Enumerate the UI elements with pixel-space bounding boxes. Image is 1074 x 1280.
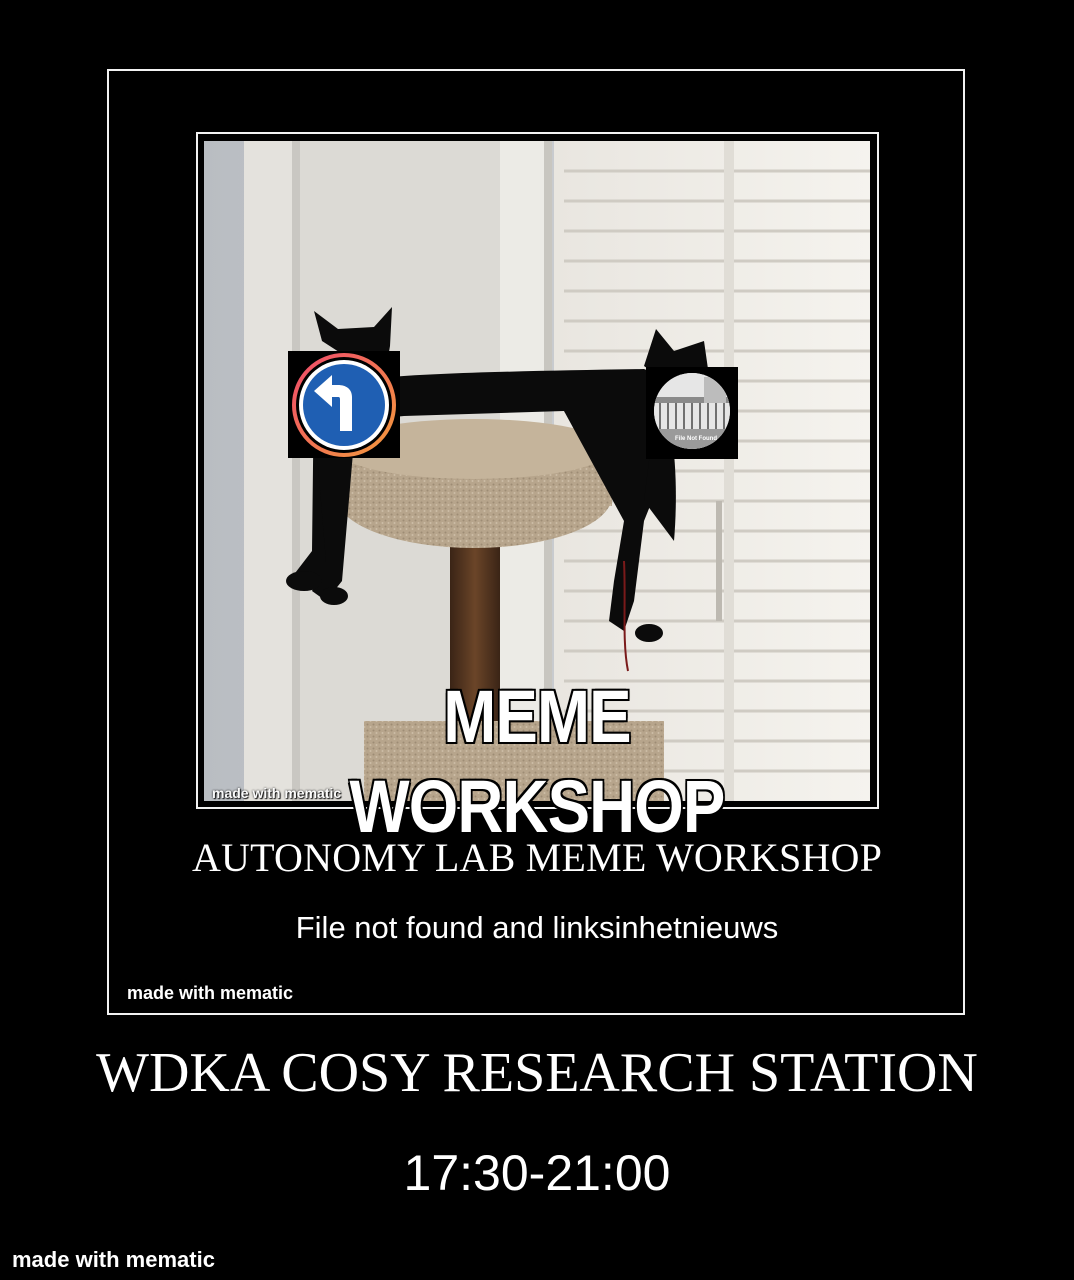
- inner-poster-watermark: made with mematic: [127, 983, 294, 1003]
- left-sticker: [288, 351, 400, 458]
- turn-left-road-sign-icon: [292, 353, 396, 457]
- outer-poster-title: WDKA COSY RESEARCH STATION: [96, 1042, 978, 1104]
- right-sticker-label: File Not Found: [675, 436, 717, 442]
- inner-poster-title: AUTONOMY LAB MEME WORKSHOP: [191, 835, 883, 880]
- outer-poster-time: 17:30-21:00: [403, 1145, 671, 1201]
- photo-watermark: made with mematic: [212, 785, 342, 801]
- right-sticker: [646, 367, 738, 459]
- inner-poster-subtitle: File not found and linksinhetnieuws: [295, 910, 779, 945]
- meme-caption: MEME WORKSHOP: [348, 674, 726, 850]
- outer-poster-watermark: made with mematic: [12, 1247, 215, 1272]
- balcony-photo-icon: [654, 373, 730, 449]
